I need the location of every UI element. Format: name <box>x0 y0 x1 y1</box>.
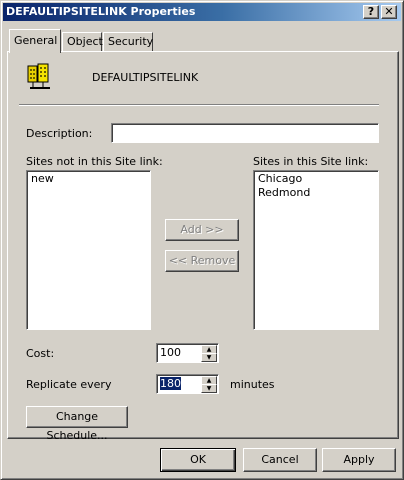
separator <box>19 104 379 106</box>
add-button[interactable]: Add >> <box>165 219 239 241</box>
list-item[interactable]: Chicago <box>254 171 378 185</box>
cost-value: 100 <box>160 346 181 359</box>
remove-button[interactable]: << Remove <box>165 250 239 272</box>
sites-in-link-label: Sites in this Site link: <box>253 155 369 168</box>
sites-in-link-list[interactable]: Chicago Redmond <box>253 170 379 330</box>
replicate-decrement-button[interactable]: ▼ <box>201 384 217 393</box>
tab-security[interactable]: Security <box>103 32 153 51</box>
change-schedule-label: Change Schedule... <box>46 410 108 442</box>
cost-label: Cost: <box>26 347 55 360</box>
site-link-icon <box>27 63 50 89</box>
tab-object[interactable]: Object <box>62 32 103 51</box>
cancel-label: Cancel <box>261 453 299 466</box>
tab-label: Object <box>67 35 103 48</box>
description-field[interactable] <box>111 123 379 143</box>
cancel-button[interactable]: Cancel <box>243 448 317 472</box>
properties-dialog: DEFAULTIPSITELINK Properties ? ✕ General… <box>0 0 404 480</box>
add-button-label: Add >> <box>180 223 224 236</box>
list-item[interactable]: Redmond <box>254 185 378 199</box>
remove-button-label: << Remove <box>168 254 236 267</box>
ok-button[interactable]: OK <box>160 448 236 472</box>
ok-label: OK <box>190 453 206 466</box>
close-icon: ✕ <box>384 5 394 18</box>
cost-decrement-button[interactable]: ▼ <box>201 353 217 362</box>
sites-not-in-link-list[interactable]: new <box>26 170 151 330</box>
description-label: Description: <box>26 127 93 140</box>
object-name: DEFAULTIPSITELINK <box>92 71 199 84</box>
window-title: DEFAULTIPSITELINK Properties <box>6 5 196 18</box>
help-button[interactable]: ? <box>363 5 379 19</box>
title-bar: DEFAULTIPSITELINK Properties <box>3 3 401 21</box>
list-item[interactable]: new <box>27 171 150 185</box>
help-icon: ? <box>367 5 375 18</box>
apply-button[interactable]: Apply <box>322 448 396 472</box>
apply-label: Apply <box>343 453 375 466</box>
sites-not-in-link-label: Sites not in this Site link: <box>26 155 163 168</box>
tab-label: General <box>14 34 58 47</box>
replicate-label: Replicate every <box>26 378 112 391</box>
minutes-label: minutes <box>230 378 275 391</box>
close-button[interactable]: ✕ <box>381 5 397 19</box>
tab-label: Security <box>108 35 154 48</box>
change-schedule-button[interactable]: Change Schedule... <box>26 406 128 442</box>
tab-general[interactable]: General <box>9 29 61 53</box>
replicate-value: 180 <box>160 377 181 390</box>
